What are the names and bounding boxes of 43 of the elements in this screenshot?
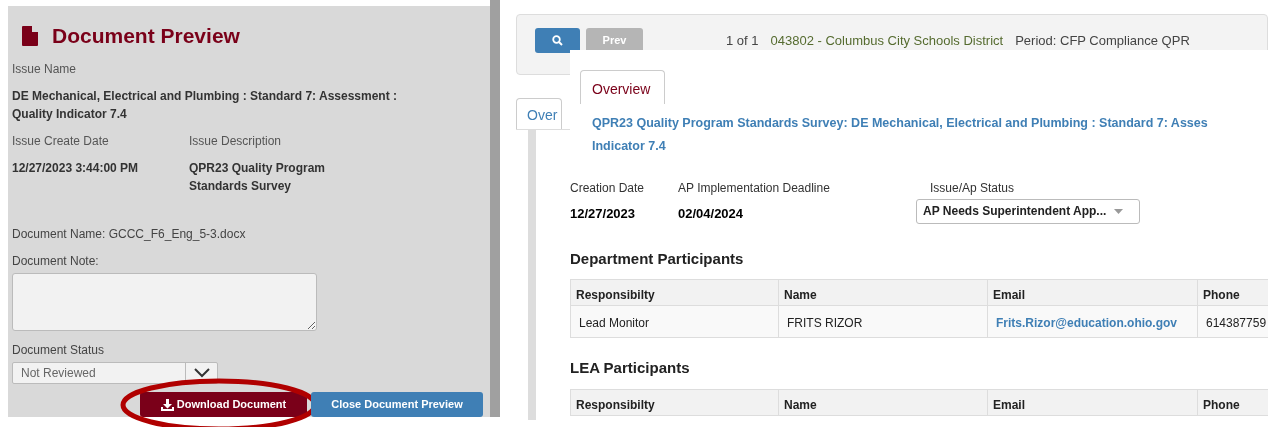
email-link[interactable]: Frits.Rizor@education.ohio.gov (996, 316, 1178, 330)
district-name: 043802 - Columbus City Schools District (770, 33, 1004, 49)
search-button[interactable] (535, 28, 580, 53)
field-value: 12/27/2023 3:44:00 PM (12, 159, 140, 177)
field-value: DE Mechanical, Electrical and Plumbing : Standard 7: Assessment : Quality Indicator 7.4 (12, 87, 398, 123)
issue-title: Indicator 7.4 (592, 137, 667, 155)
note-field[interactable] (12, 272, 317, 331)
field-label: Issue/Ap Status (930, 179, 1016, 197)
download-button[interactable]: Download Document (140, 392, 307, 417)
column-header: Phone (1198, 389, 1268, 415)
table-cell: Lead Monitor (571, 306, 779, 337)
field-value: QPR23 Quality Program Standards Survey (189, 159, 327, 195)
section-title: LEA Participants (570, 358, 691, 378)
status-dropdown[interactable]: AP Needs Superintendent App... (916, 198, 1140, 224)
field-value: 02/04/2024 (678, 204, 745, 223)
field-label: Issue Name (12, 60, 78, 78)
period-label: Period: CFP Compliance QPR (1015, 33, 1190, 49)
search-icon (552, 35, 563, 46)
table-cell: 614387759 (1198, 306, 1268, 337)
file-icon (22, 25, 38, 46)
table-cell: FRITS RIZOR (779, 306, 988, 337)
caret-icon (1114, 208, 1124, 214)
field-label: Issue Create Date (12, 132, 110, 150)
document-name: Document Name: GCCC_F6_Eng_5-3.docx (12, 225, 247, 243)
column-header: Email (988, 389, 1198, 415)
field-label: Document Note: (12, 252, 100, 270)
column-header: Name (779, 389, 988, 415)
column-header: Responsibilty (571, 389, 779, 415)
field-label: AP Implementation Deadline (678, 179, 831, 197)
status-dropdown[interactable]: Not Reviewed (12, 361, 218, 384)
field-value: 12/27/2023 (570, 204, 637, 223)
field-label: Creation Date (570, 179, 646, 197)
panel-title: Document Preview (52, 23, 240, 49)
section-title: Department Participants (570, 248, 745, 269)
close-button[interactable]: Close Document Preview (311, 392, 483, 417)
tab[interactable]: Over (516, 98, 562, 129)
tab[interactable]: Overview (580, 70, 665, 104)
page-count: 1 of 1 (726, 33, 759, 49)
issue-title: QPR23 Quality Program Standards Survey: DE Mechanical, Electrical and Plumbing : Standard 7: Asses (592, 115, 1209, 132)
chevron-icon (193, 367, 210, 378)
download-icon (160, 398, 174, 411)
field-label: Document Status (12, 341, 106, 359)
field-label: Issue Description (189, 132, 283, 150)
